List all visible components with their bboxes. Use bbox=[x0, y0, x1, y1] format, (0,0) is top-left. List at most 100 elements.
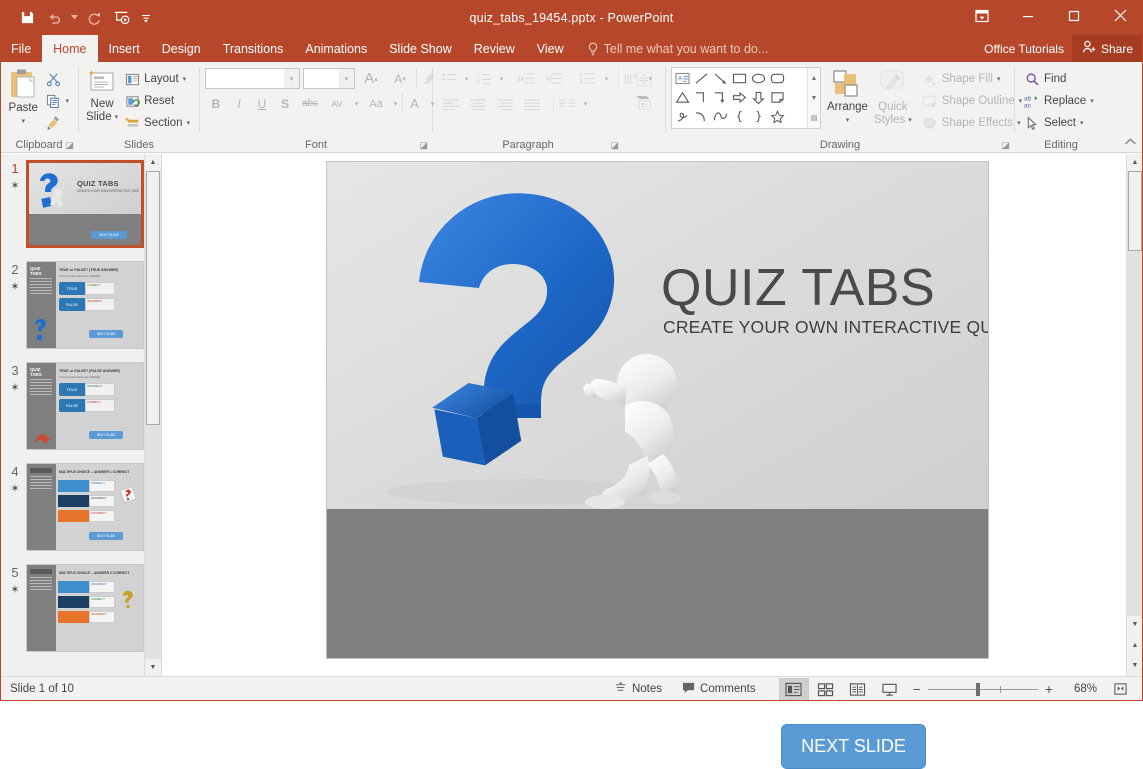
thumbnail-item-4[interactable]: 4 ✶ MULTIPLE CHOICE -- ANSWER 1 CORRECT … bbox=[0, 450, 161, 551]
tab-review[interactable]: Review bbox=[463, 35, 526, 62]
thumbnail-item-5[interactable]: 5 ✶ MULTIPLE CHOICE -- ANSWER 2 CORRECT … bbox=[0, 551, 161, 652]
animation-star-icon[interactable]: ✶ bbox=[10, 482, 19, 495]
new-slide-dropdown-icon[interactable]: ▾ bbox=[115, 111, 119, 124]
animation-star-icon[interactable]: ✶ bbox=[10, 381, 19, 394]
animation-star-icon[interactable]: ✶ bbox=[10, 179, 19, 192]
line-spacing-dropdown-icon[interactable]: ▾ bbox=[601, 68, 612, 89]
font-size-dropdown-icon[interactable]: ▾ bbox=[339, 69, 354, 88]
slide-thumbnail-pane[interactable]: 1 ✶ QUIZ TABS CREATE YOUR OWN INTERACTIV… bbox=[0, 154, 162, 676]
tab-animations[interactable]: Animations bbox=[294, 35, 378, 62]
shapes-scroll-up-icon[interactable]: ▲ bbox=[808, 68, 820, 88]
bold-button[interactable]: B bbox=[205, 93, 227, 114]
copy-button[interactable]: ▾ bbox=[41, 90, 73, 112]
tab-design[interactable]: Design bbox=[151, 35, 212, 62]
slide-area-scrollbar[interactable]: ▲ ▼ ▲ ▼ bbox=[1126, 154, 1143, 676]
bullets-dropdown-icon[interactable]: ▾ bbox=[461, 68, 472, 89]
shape-elbow-arrow-connector-icon[interactable] bbox=[711, 88, 730, 107]
replace-button[interactable]: abac Replace ▾ bbox=[1020, 90, 1098, 112]
normal-view-button[interactable] bbox=[779, 678, 809, 700]
zoom-out-button[interactable]: − bbox=[913, 681, 921, 697]
clipboard-dialog-launcher-icon[interactable]: ◪ bbox=[65, 140, 74, 151]
shape-fill-dropdown-icon[interactable]: ▾ bbox=[997, 75, 1001, 83]
undo-dropdown-icon[interactable] bbox=[70, 6, 79, 30]
slide-scroll-up-icon[interactable]: ▲ bbox=[1127, 154, 1143, 171]
slide-scroll-down-icon[interactable]: ▼ bbox=[1127, 616, 1143, 633]
shape-arrow-icon[interactable] bbox=[711, 69, 730, 88]
slide-edit-area[interactable]: QUIZ TABS CREATE YOUR OWN INTERACTIVE QU… bbox=[162, 154, 1143, 676]
slide-subtitle[interactable]: CREATE YOUR OWN INTERACTIVE QUIZ bbox=[663, 317, 988, 338]
font-name-dropdown-icon[interactable]: ▾ bbox=[284, 69, 299, 88]
character-spacing-button[interactable]: AV bbox=[324, 93, 350, 114]
maximize-icon[interactable] bbox=[1051, 0, 1097, 31]
shape-line-icon[interactable] bbox=[692, 69, 711, 88]
thumbnail-scroll-down-icon[interactable]: ▼ bbox=[145, 659, 161, 676]
font-size-box[interactable]: ▾ bbox=[303, 68, 355, 89]
thumbnail-item-3[interactable]: 3 ✶ QUIZ TABS TRUE or FALSE? (FALSE ANSW… bbox=[0, 349, 161, 450]
slide-scroll-track[interactable] bbox=[1127, 171, 1143, 616]
shape-scribble-icon[interactable] bbox=[673, 107, 692, 126]
reading-view-button[interactable] bbox=[843, 678, 873, 700]
account-name[interactable]: Office Tutorials bbox=[984, 42, 1072, 56]
shape-arc-icon[interactable] bbox=[711, 107, 730, 126]
minimize-icon[interactable] bbox=[1005, 0, 1051, 31]
undo-icon[interactable] bbox=[42, 6, 68, 30]
shape-oval-icon[interactable] bbox=[749, 69, 768, 88]
slide-sorter-view-button[interactable] bbox=[811, 678, 841, 700]
reset-button[interactable]: Reset bbox=[120, 90, 194, 112]
shape-fill-button[interactable]: Shape Fill ▾ bbox=[918, 68, 1026, 90]
underline-button[interactable]: U bbox=[251, 93, 273, 114]
shape-folded-corner-icon[interactable] bbox=[768, 88, 787, 107]
animation-star-icon[interactable]: ✶ bbox=[10, 280, 19, 293]
shape-right-arrow-icon[interactable] bbox=[730, 88, 749, 107]
tab-transitions[interactable]: Transitions bbox=[212, 35, 295, 62]
shape-triangle-icon[interactable] bbox=[673, 88, 692, 107]
paste-button[interactable]: Paste ▾ bbox=[5, 66, 41, 128]
next-slide-nav-icon[interactable]: ▼ bbox=[1127, 657, 1143, 674]
columns-dropdown-icon[interactable]: ▾ bbox=[580, 93, 591, 114]
notes-button[interactable]: Notes bbox=[605, 677, 671, 701]
tab-insert[interactable]: Insert bbox=[98, 35, 151, 62]
paragraph-dialog-launcher-icon[interactable]: ◪ bbox=[610, 140, 619, 151]
numbering-dropdown-icon[interactable]: ▾ bbox=[496, 68, 507, 89]
new-slide-button[interactable]: New Slide ▾ bbox=[84, 66, 120, 124]
share-button[interactable]: Share bbox=[1072, 35, 1143, 62]
align-text-button[interactable] bbox=[627, 67, 661, 91]
increase-indent-button[interactable] bbox=[541, 68, 567, 89]
slide-show-view-button[interactable] bbox=[875, 678, 905, 700]
increase-font-size-button[interactable]: A▴ bbox=[358, 68, 384, 89]
section-button[interactable]: Section ▾ bbox=[120, 112, 194, 134]
next-slide-button[interactable]: NEXT SLIDE bbox=[781, 724, 926, 769]
zoom-track[interactable] bbox=[928, 689, 1038, 690]
shape-rounded-rectangle-icon[interactable] bbox=[768, 69, 787, 88]
decrease-font-size-button[interactable]: A▾ bbox=[387, 68, 413, 89]
italic-button[interactable]: I bbox=[228, 93, 250, 114]
tab-file[interactable]: File bbox=[0, 35, 42, 62]
shape-text-box-icon[interactable]: A bbox=[673, 69, 692, 88]
layout-button[interactable]: Layout ▾ bbox=[120, 68, 194, 90]
layout-dropdown-icon[interactable]: ▾ bbox=[183, 75, 187, 83]
animation-star-icon[interactable]: ✶ bbox=[10, 583, 19, 596]
thumbnail-scroll-track[interactable] bbox=[145, 171, 161, 659]
thumbnail-frame-3[interactable]: QUIZ TABS TRUE or FALSE? (FALSE ANSWER) … bbox=[26, 362, 144, 450]
shape-outline-button[interactable]: Shape Outline ▾ bbox=[918, 90, 1026, 112]
format-painter-button[interactable] bbox=[41, 112, 73, 134]
shape-elbow-connector-icon[interactable] bbox=[692, 88, 711, 107]
zoom-in-button[interactable]: + bbox=[1045, 681, 1053, 697]
current-slide[interactable]: QUIZ TABS CREATE YOUR OWN INTERACTIVE QU… bbox=[327, 162, 988, 658]
replace-dropdown-icon[interactable]: ▾ bbox=[1090, 97, 1094, 105]
shape-effects-button[interactable]: Shape Effects ▾ bbox=[918, 112, 1026, 134]
thumbnail-frame-5[interactable]: MULTIPLE CHOICE -- ANSWER 2 CORRECT INCO… bbox=[26, 564, 144, 652]
thumbnail-pane-scrollbar[interactable]: ▲ ▼ bbox=[144, 154, 161, 676]
shape-curve-icon[interactable] bbox=[692, 107, 711, 126]
thumbnail-frame-2[interactable]: QUIZ TABS TRUE or FALSE? (TRUE ANSWER) T… bbox=[26, 261, 144, 349]
shape-star-icon[interactable] bbox=[768, 107, 787, 126]
select-button[interactable]: Select ▾ bbox=[1020, 112, 1087, 134]
arrange-button[interactable]: Arrange ▾ bbox=[827, 67, 868, 127]
save-icon[interactable] bbox=[14, 6, 40, 30]
text-shadow-button[interactable]: S bbox=[274, 93, 296, 114]
shape-left-brace-icon[interactable] bbox=[730, 107, 749, 126]
collapse-ribbon-button[interactable] bbox=[1124, 136, 1137, 150]
thumbnail-frame-4[interactable]: MULTIPLE CHOICE -- ANSWER 1 CORRECT CORR… bbox=[26, 463, 144, 551]
zoom-thumb[interactable] bbox=[976, 683, 980, 696]
select-dropdown-icon[interactable]: ▾ bbox=[1080, 119, 1084, 127]
